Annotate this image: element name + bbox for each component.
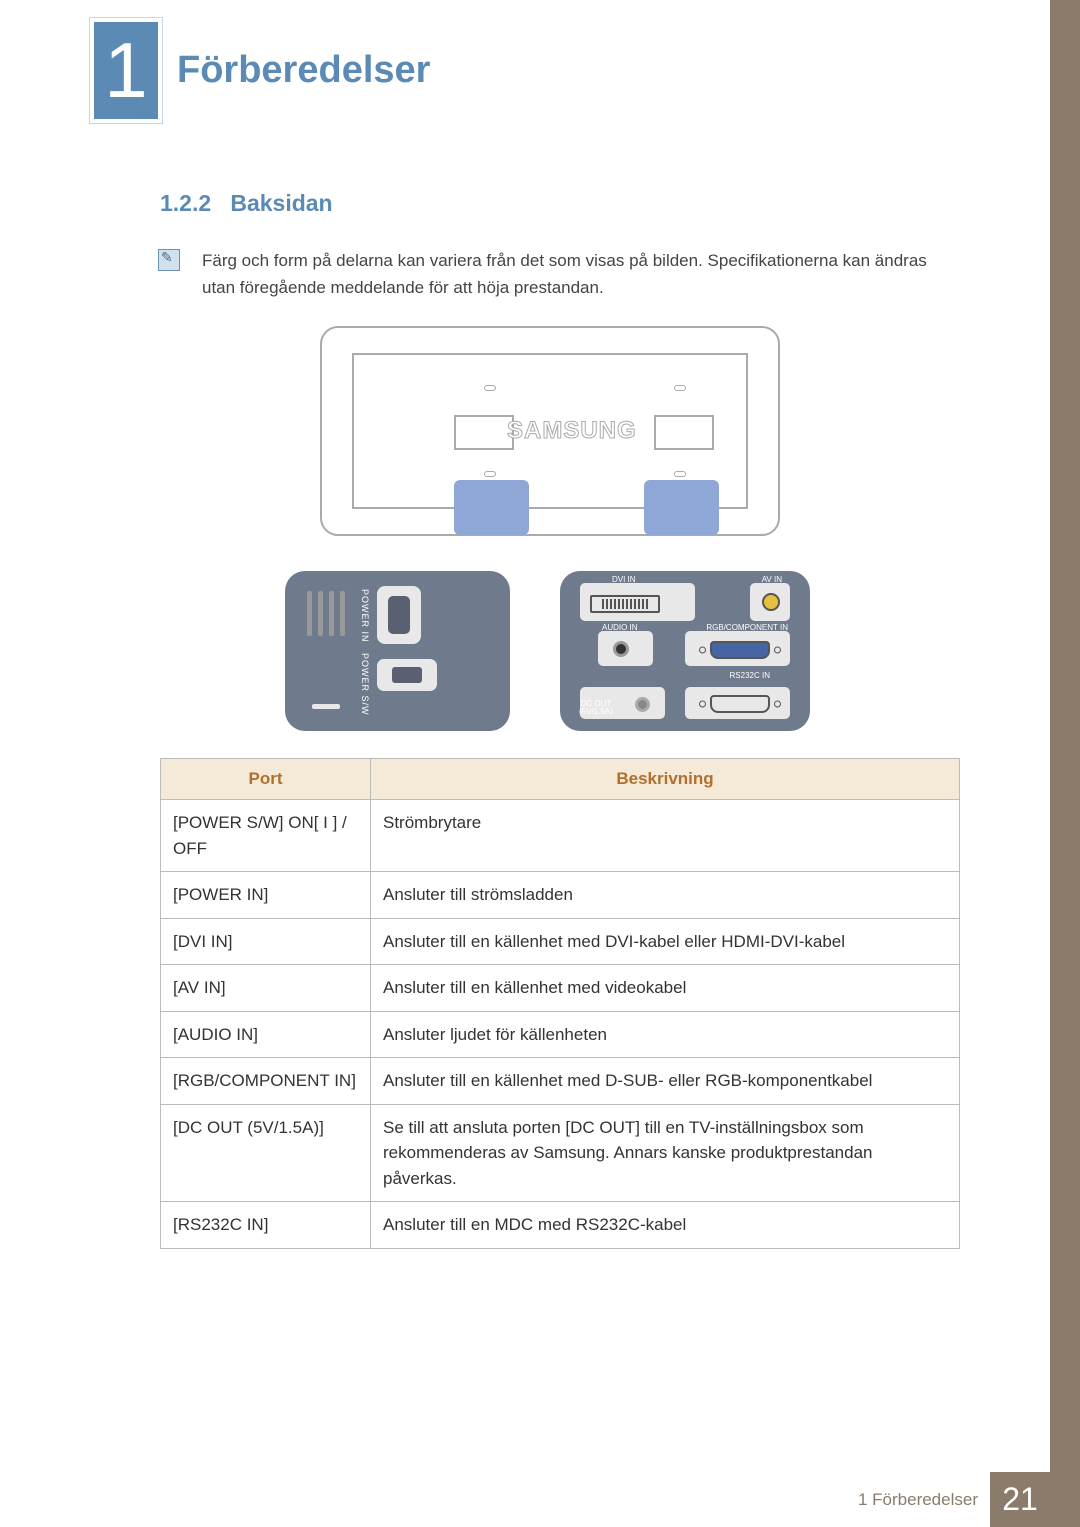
table-row: [RS232C IN]Ansluter till en MDC med RS23…	[161, 1202, 960, 1249]
port-area-left	[454, 480, 529, 535]
note-text: Färg och form på delarna kan variera frå…	[202, 247, 960, 301]
page-number-box: 21	[990, 1472, 1050, 1527]
table-row: [DC OUT (5V/1.5A)]Se till att ansluta po…	[161, 1104, 960, 1202]
screw-hole	[484, 385, 496, 391]
th-port: Port	[161, 759, 371, 800]
table-row: [DVI IN]Ansluter till en källenhet med D…	[161, 918, 960, 965]
monitor-outline: SAMSUNG	[320, 326, 780, 536]
monitor-inner: SAMSUNG	[352, 353, 748, 509]
content-area: 1.2.2 Baksidan Färg och form på delarna …	[160, 190, 960, 1249]
screw-hole	[674, 385, 686, 391]
table-row: [POWER IN]Ansluter till strömsladden	[161, 872, 960, 919]
dc-label: DC OUT (5V/1.5A)	[579, 700, 613, 716]
audio-label: AUDIO IN	[602, 623, 638, 632]
dvi-port	[590, 595, 660, 613]
table-row: [POWER S/W] ON[ I ] / OFFStrömbrytare	[161, 800, 960, 872]
chapter-header: 1 Förberedelser	[90, 18, 430, 123]
rgb-port	[710, 641, 770, 659]
screw-hole	[484, 471, 496, 477]
page-side-border	[1050, 0, 1080, 1527]
th-desc: Beskrivning	[371, 759, 960, 800]
cutout	[654, 415, 714, 450]
power-panel: POWER IN POWER S/W	[285, 571, 510, 731]
table-row: [AUDIO IN]Ansluter ljudet för källenhete…	[161, 1011, 960, 1058]
port-area-right	[644, 480, 719, 535]
port-table: Port Beskrivning [POWER S/W] ON[ I ] / O…	[160, 758, 960, 1249]
power-switch	[377, 659, 437, 691]
section-title: Baksidan	[230, 190, 332, 216]
table-row: [AV IN]Ansluter till en källenhet med vi…	[161, 965, 960, 1012]
note-row: Färg och form på delarna kan variera frå…	[158, 247, 960, 301]
section-number: 1.2.2	[160, 190, 211, 216]
rgb-label: RGB/COMPONENT IN	[706, 623, 788, 632]
io-panel: DVI IN AV IN AUDIO IN RGB/COMPONENT IN D…	[560, 571, 810, 731]
av-label: AV IN	[762, 575, 782, 584]
rs232c-port	[710, 695, 770, 713]
brand-logo: SAMSUNG	[507, 417, 637, 445]
power-in-label: POWER IN	[360, 589, 370, 643]
chapter-number-box: 1	[90, 18, 162, 123]
table-row: [RGB/COMPONENT IN]Ansluter till en källe…	[161, 1058, 960, 1105]
power-in-port	[377, 586, 421, 644]
dvi-label: DVI IN	[612, 575, 636, 584]
power-sw-label: POWER S/W	[360, 653, 370, 716]
chapter-number: 1	[104, 25, 147, 116]
page-footer: 1 Förberedelser 21	[858, 1472, 1050, 1527]
note-icon	[158, 249, 180, 271]
screw-hole	[674, 471, 686, 477]
chapter-title: Förberedelser	[177, 49, 430, 92]
cutout	[454, 415, 514, 450]
section-heading: 1.2.2 Baksidan	[160, 190, 960, 217]
port-table-body: [POWER S/W] ON[ I ] / OFFStrömbrytare [P…	[161, 800, 960, 1249]
vent-grille	[307, 591, 345, 636]
rs-label: RS232C IN	[730, 671, 770, 680]
rear-diagram: SAMSUNG POWER IN POWER S/W DVI IN AV IN …	[280, 326, 820, 736]
footer-chapter-label: 1 Förberedelser	[858, 1490, 978, 1510]
slot	[312, 704, 340, 709]
page-number: 21	[1002, 1481, 1038, 1518]
